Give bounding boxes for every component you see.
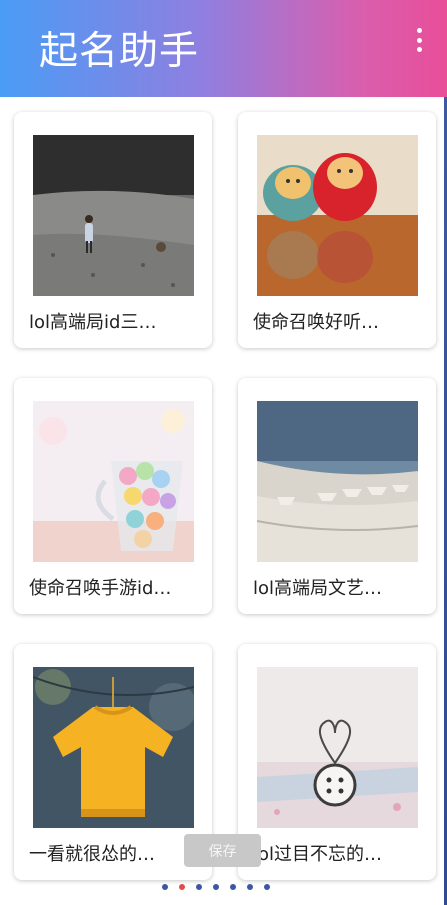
page-dot-active[interactable] bbox=[179, 884, 185, 890]
page-dot[interactable] bbox=[230, 884, 236, 890]
name-card[interactable]: 使命召唤好听… bbox=[238, 112, 436, 348]
page-dot[interactable] bbox=[247, 884, 253, 890]
paper-boats-photo bbox=[257, 401, 418, 562]
page-title: 起名助手 bbox=[39, 29, 200, 74]
daruma-dolls-photo bbox=[257, 135, 418, 296]
name-card[interactable]: 一看就很怂的… bbox=[14, 644, 212, 880]
more-vertical-icon[interactable] bbox=[409, 28, 429, 52]
yellow-sweater-photo bbox=[33, 667, 194, 828]
card-caption: 使命召唤手游id… bbox=[29, 578, 172, 599]
button-and-heart-photo bbox=[257, 667, 418, 828]
name-card[interactable]: lol高端局文艺… bbox=[238, 378, 436, 614]
name-card[interactable]: lol高端局id三… bbox=[14, 112, 212, 348]
card-caption: lol高端局文艺… bbox=[253, 578, 383, 599]
app-header: 起名助手 bbox=[0, 0, 447, 97]
page-dot[interactable] bbox=[162, 884, 168, 890]
pagination-dots bbox=[162, 884, 270, 892]
page-dot[interactable] bbox=[196, 884, 202, 890]
save-toast: 保存 bbox=[184, 834, 261, 867]
page-dot[interactable] bbox=[213, 884, 219, 890]
name-card[interactable]: lol过目不忘的… bbox=[238, 644, 436, 880]
girl-with-snail-photo bbox=[33, 135, 194, 296]
card-caption: lol高端局id三… bbox=[29, 312, 157, 333]
card-caption: lol过目不忘的… bbox=[253, 844, 383, 865]
card-caption: 一看就很怂的… bbox=[29, 844, 155, 865]
page-dot[interactable] bbox=[264, 884, 270, 890]
name-card[interactable]: 使命召唤手游id… bbox=[14, 378, 212, 614]
candy-cup-photo bbox=[33, 401, 194, 562]
card-caption: 使命召唤好听… bbox=[253, 312, 379, 333]
